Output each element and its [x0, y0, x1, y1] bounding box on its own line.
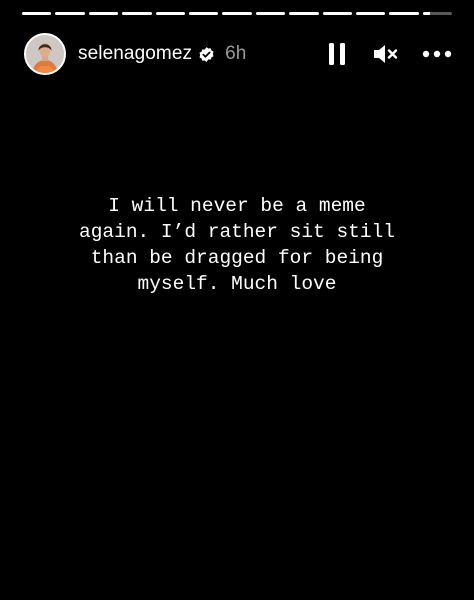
progress-segment-fill: [222, 12, 252, 15]
progress-segment: [389, 12, 419, 15]
progress-segment-fill: [322, 12, 352, 15]
instagram-story[interactable]: selenagomez 6h I will never be a meme ag…: [0, 0, 474, 600]
mute-button[interactable]: [372, 41, 398, 67]
progress-segment: [55, 12, 85, 15]
progress-segment: [289, 12, 319, 15]
progress-segment-fill: [88, 12, 119, 15]
pause-button[interactable]: [326, 41, 348, 67]
progress-segment-fill: [389, 12, 419, 15]
story-text-line: again. I’d rather sit still: [79, 221, 395, 243]
story-text-line: than be dragged for being: [90, 247, 384, 269]
story-text-line: myself. Much love: [137, 273, 337, 295]
progress-segment-fill: [155, 12, 185, 15]
progress-segment: [422, 12, 453, 15]
story-controls: [326, 41, 452, 67]
progress-segment-fill: [255, 12, 286, 15]
progress-segment-fill: [422, 12, 431, 15]
story-text: I will never be a meme again. I’d rather…: [0, 193, 474, 297]
progress-segment-fill: [289, 12, 319, 15]
progress-segment: [22, 12, 52, 15]
profile-photo-icon: [26, 35, 64, 73]
story-text-line: I will never be a meme: [108, 195, 366, 217]
progress-segment-fill: [22, 12, 52, 15]
story-progress-bar: [22, 12, 453, 15]
post-time: 6h: [225, 43, 247, 64]
progress-segment-fill: [55, 12, 85, 15]
more-options-button[interactable]: [422, 41, 452, 67]
progress-segment: [122, 12, 152, 15]
progress-segment-fill: [122, 12, 152, 15]
story-header: selenagomez 6h: [24, 32, 452, 76]
avatar[interactable]: [24, 33, 66, 75]
volume-muted-icon: [374, 45, 398, 63]
progress-segment: [155, 12, 185, 15]
progress-segment: [322, 12, 352, 15]
progress-segment-fill: [355, 12, 386, 15]
progress-segment: [188, 12, 219, 15]
progress-segment: [222, 12, 252, 15]
progress-segment: [255, 12, 286, 15]
progress-segment: [88, 12, 119, 15]
verified-badge-icon: [198, 46, 215, 63]
more-options-icon: [422, 50, 452, 58]
progress-segment: [355, 12, 386, 15]
pause-icon: [329, 43, 345, 65]
progress-segment-fill: [188, 12, 219, 15]
username[interactable]: selenagomez: [78, 43, 192, 65]
